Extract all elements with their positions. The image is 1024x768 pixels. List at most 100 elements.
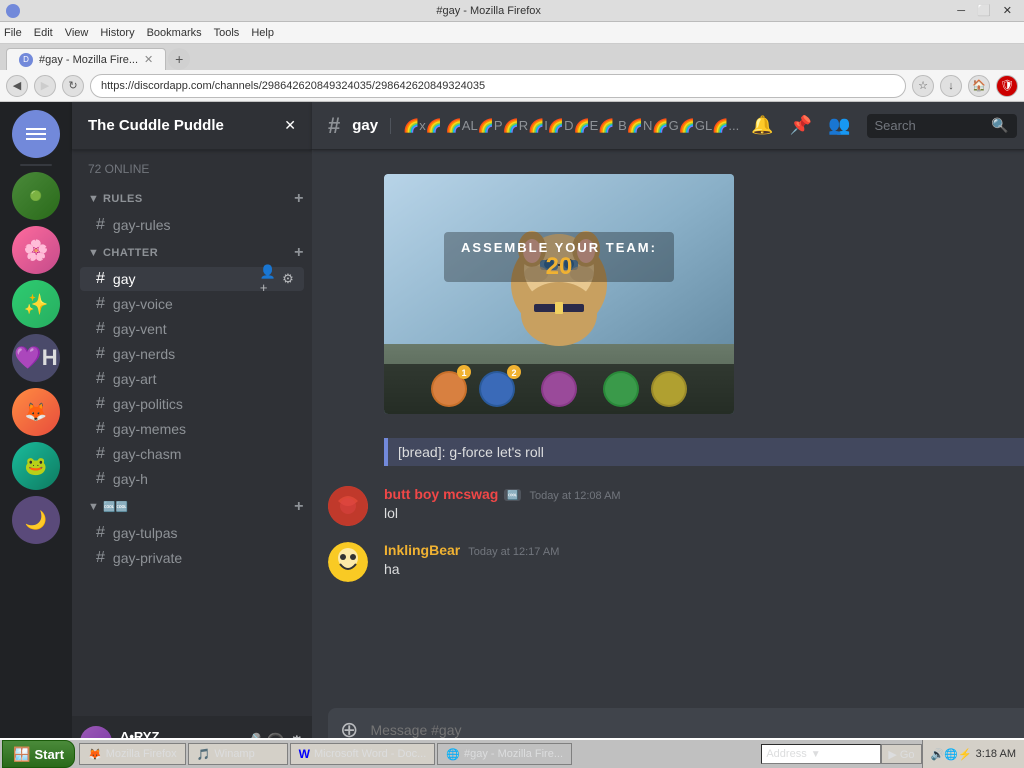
server-separator-1 — [20, 164, 52, 166]
taskbar: 🪟 Start 🦊 Mozilla Firefox 🎵 Winamp W Mic… — [0, 738, 1024, 768]
menu-tools[interactable]: Tools — [214, 27, 240, 39]
url-bar[interactable]: https://discordapp.com/channels/29864262… — [90, 74, 906, 98]
message-input[interactable] — [370, 722, 1024, 738]
chat-header: # gay 🌈x🌈 🌈AL🌈P🌈R🌈I🌈D🌈E🌈 B🌈N🌈G🌈GL🌈... 🔔 … — [312, 102, 1024, 150]
server-icon-4[interactable]: 🦊 — [12, 388, 60, 436]
header-search-box[interactable]: Search 🔍 — [867, 114, 1017, 138]
tab-favicon: D — [19, 53, 33, 67]
menu-view[interactable]: View — [65, 27, 89, 39]
taskbar-label-discord: #gay - Mozilla Fire... — [464, 748, 563, 760]
taskbar-go-btn[interactable]: ▶ Go — [881, 744, 921, 764]
channel-hash-icon-3: # — [96, 320, 105, 338]
category-extra-add[interactable]: + — [294, 498, 304, 516]
windows-icon: 🪟 — [13, 746, 30, 763]
browser-tab[interactable]: D #gay - Mozilla Fire... ✕ — [6, 48, 166, 70]
add-member-icon[interactable]: 👤+ — [260, 271, 276, 287]
channel-sidebar: The Cuddle Puddle ✕ 72 ONLINE ▼ RULES + … — [72, 102, 312, 768]
channel-hash-icon-2: # — [96, 295, 105, 313]
svg-text:2: 2 — [511, 368, 516, 378]
bread-message-embed: [bread]: g-force let's roll — [384, 438, 1024, 466]
channel-item-gay-politics[interactable]: # gay-politics — [80, 392, 304, 416]
channel-label-6: gay-politics — [113, 396, 183, 412]
server-header[interactable]: The Cuddle Puddle ✕ — [72, 102, 312, 150]
server-icon-5[interactable]: 🐸 — [12, 442, 60, 490]
chat-channel-hash: # — [328, 113, 340, 139]
category-add-icon[interactable]: + — [294, 190, 304, 208]
channel-item-gay-h[interactable]: # gay-h — [80, 467, 304, 491]
taskbar-icon-discord: 🌐 — [446, 748, 460, 761]
messages-container: ASSEMBLE YOUR TEAM: 20 — [312, 150, 1024, 708]
nav-forward[interactable]: ▶ — [34, 75, 56, 97]
channel-item-gay-art[interactable]: # gay-art — [80, 367, 304, 391]
channel-item-gay-nerds[interactable]: # gay-nerds — [80, 342, 304, 366]
nav-refresh[interactable]: ↻ — [62, 75, 84, 97]
nav-addon[interactable]: 🛡 — [996, 75, 1018, 97]
game-image-embed: ASSEMBLE YOUR TEAM: 20 — [384, 174, 784, 414]
tab-bar: D #gay - Mozilla Fire... ✕ + — [0, 44, 1024, 70]
taskbar-item-word[interactable]: W Microsoft Word - Doc... — [290, 743, 436, 765]
channel-item-gay-voice[interactable]: # gay-voice — [80, 292, 304, 316]
server-list: 🟢 🌸 ✨ 💜H 🦊 🐸 🌙 — [0, 102, 72, 768]
menu-bookmarks[interactable]: Bookmarks — [147, 27, 202, 39]
menu-edit[interactable]: Edit — [34, 27, 53, 39]
taskbar-item-firefox1[interactable]: 🦊 Mozilla Firefox — [79, 743, 186, 765]
server-icon-6[interactable]: 🌙 — [12, 496, 60, 544]
taskbar-address-label: Address — [766, 748, 806, 760]
window-maximize[interactable]: ⬜ — [971, 4, 997, 17]
taskbar-item-discord[interactable]: 🌐 #gay - Mozilla Fire... — [437, 743, 572, 765]
channel-hash-icon: # — [96, 216, 105, 234]
channel-item-gay-chasm[interactable]: # gay-chasm — [80, 442, 304, 466]
channel-item-icons-gay: 👤+ ⚙ — [260, 271, 296, 287]
channel-item-gay-vent[interactable]: # gay-vent — [80, 317, 304, 341]
nav-back[interactable]: ◀ — [6, 75, 28, 97]
menu-help[interactable]: Help — [251, 27, 274, 39]
server-icon-shrek[interactable]: 🟢 — [12, 172, 60, 220]
message-text-butt: lol — [384, 504, 1024, 524]
channel-label: gay-rules — [113, 217, 171, 233]
message-header-butt: butt boy mcswag 🆒 Today at 12:08 AM — [384, 486, 1024, 502]
taskbar-item-winamp[interactable]: 🎵 Winamp — [188, 743, 288, 765]
nav-home[interactable]: 🏠 — [968, 75, 990, 97]
channel-item-gay[interactable]: # gay 👤+ ⚙ — [80, 267, 304, 291]
settings-icon[interactable]: ⚙ — [280, 271, 296, 287]
message-group-image: ASSEMBLE YOUR TEAM: 20 — [312, 166, 1024, 474]
category-chatter[interactable]: ▼ CHATTER + — [72, 238, 312, 266]
taskbar-address-bar[interactable]: Address ▼ — [761, 744, 881, 764]
category-extra[interactable]: ▼ 🆒🆒 + — [72, 492, 312, 520]
category-chatter-add[interactable]: + — [294, 244, 304, 262]
taskbar-address-dropdown[interactable]: ▼ — [811, 749, 821, 760]
taskbar-items: 🦊 Mozilla Firefox 🎵 Winamp W Microsoft W… — [75, 743, 761, 765]
url-text: https://discordapp.com/channels/29864262… — [101, 80, 485, 92]
discord-app: 🟢 🌸 ✨ 💜H 🦊 🐸 🌙 The Cuddle Puddle ✕ 72 ON… — [0, 102, 1024, 768]
server-icon-h[interactable]: 💜H — [12, 334, 60, 382]
message-content-butt: butt boy mcswag 🆒 Today at 12:08 AM lol — [384, 486, 1024, 526]
members-list-icon[interactable]: 👥 — [828, 115, 850, 136]
channel-hash-icon-6: # — [96, 395, 105, 413]
message-group-inking: InklingBear Today at 12:17 AM ha — [312, 538, 1024, 586]
channel-hash-icon-7: # — [96, 420, 105, 438]
discord-home-btn[interactable] — [12, 110, 60, 158]
window-minimize[interactable]: ─ — [951, 5, 971, 17]
tab-close[interactable]: ✕ — [144, 53, 153, 66]
menu-history[interactable]: History — [100, 27, 134, 39]
notification-bell-icon[interactable]: 🔔 — [751, 115, 773, 136]
menu-file[interactable]: File — [4, 27, 22, 39]
channel-item-gay-private[interactable]: # gay-private — [80, 546, 304, 570]
message-time-butt: Today at 12:08 AM — [529, 490, 620, 502]
server-icon-2[interactable]: 🌸 — [12, 226, 60, 274]
channel-item-gay-tulpas[interactable]: # gay-tulpas — [80, 521, 304, 545]
start-button[interactable]: 🪟 Start — [2, 740, 75, 768]
message-text-inking: ha — [384, 560, 1024, 580]
pin-icon[interactable]: 📌 — [790, 115, 812, 136]
category-rules[interactable]: ▼ RULES + — [72, 184, 312, 212]
svg-text:20: 20 — [546, 253, 573, 280]
chat-channel-name: gay — [352, 117, 378, 134]
nav-bookmark[interactable]: ☆ — [912, 75, 934, 97]
channel-item-gay-rules[interactable]: # gay-rules — [80, 213, 304, 237]
server-icon-3[interactable]: ✨ — [12, 280, 60, 328]
browser-favicon — [6, 4, 20, 18]
new-tab-btn[interactable]: + — [168, 48, 190, 70]
window-close[interactable]: ✕ — [997, 4, 1018, 17]
channel-item-gay-memes[interactable]: # gay-memes — [80, 417, 304, 441]
nav-extra1[interactable]: ↓ — [940, 75, 962, 97]
